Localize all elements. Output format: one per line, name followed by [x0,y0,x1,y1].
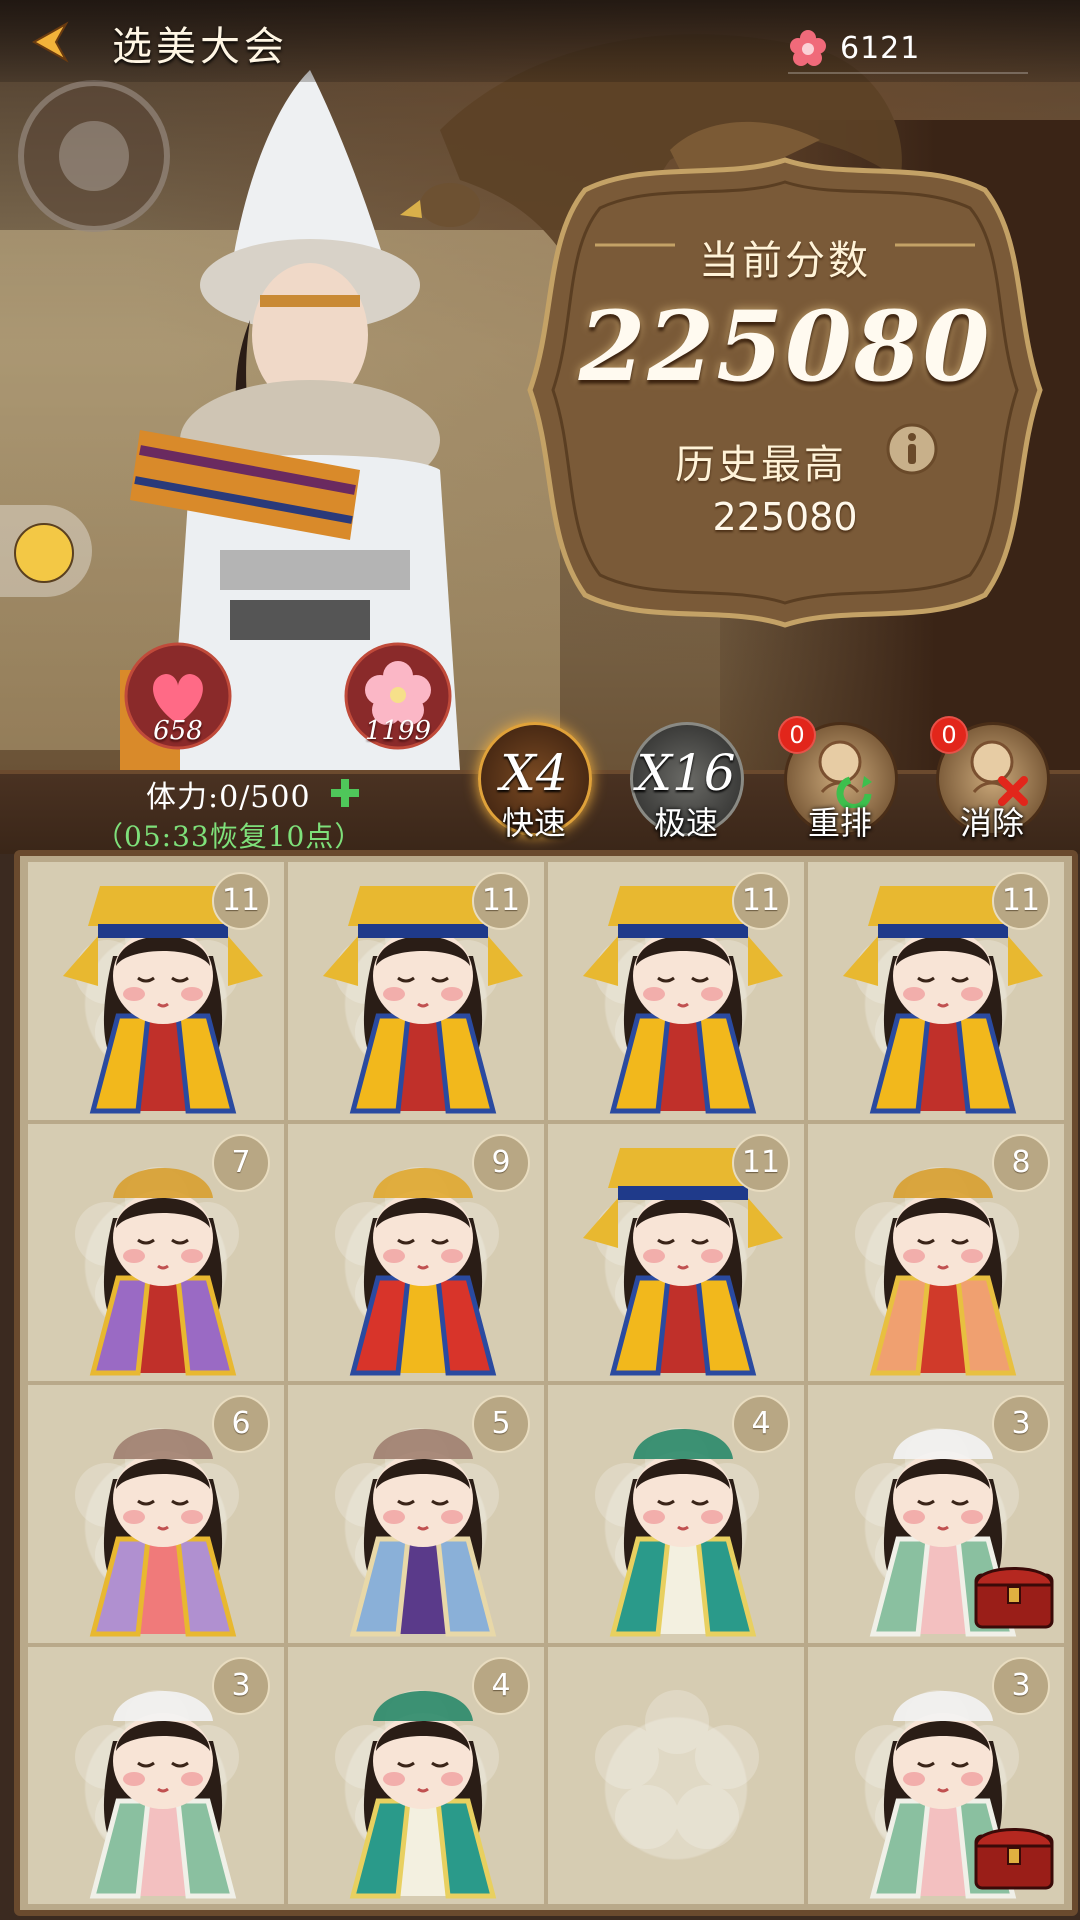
back-arrow-icon[interactable] [26,18,80,66]
level-badge: 9 [472,1133,530,1192]
treasure-chest-icon[interactable] [972,1818,1056,1892]
speed-x16-multiplier: X16 [636,744,736,802]
level-badge: 4 [472,1656,530,1715]
level-badge: 3 [992,1395,1050,1453]
page-title: 选美大会 [112,24,288,70]
remove-count-badge: 0 [930,716,968,754]
merge-grid: 11 11 11 11 7 9 11 8 6 5 4 3 3 4 3 [28,862,1064,1904]
shuffle-label: 重排 [807,804,872,842]
level-badge: 6 [212,1395,270,1453]
recovery-timer: （05:33恢复10点） [95,820,364,853]
currency-display: 6121 [788,28,1028,74]
speed-x4-button[interactable]: X4 快速 [478,722,592,842]
flower-watermark-icon [592,1687,762,1857]
best-score-label: 历史最高 [675,442,847,488]
speed-x16-button[interactable]: X16 极速 [630,722,744,842]
grid-cell[interactable]: 9 [288,1123,544,1381]
shuffle-button[interactable]: 0 重排 [778,716,898,842]
heart-stat[interactable]: 658 [122,640,234,752]
currency-amount: 6121 [840,31,921,66]
remove-button[interactable]: 0 消除 [930,716,1050,842]
chat-icon [14,523,74,583]
speed-x4-label: 快速 [501,804,566,842]
remove-label: 消除 [959,804,1024,842]
grid-cell[interactable]: 11 [808,862,1064,1120]
current-score-value: 225080 [578,290,992,403]
grid-cell[interactable]: 11 [288,862,544,1120]
treasure-chest-icon[interactable] [972,1557,1056,1631]
score-panel: 当前分数 225080 历史最高 225080 [525,150,1045,635]
level-badge: 11 [212,872,270,930]
shuffle-count-badge: 0 [778,716,816,754]
heart-count: 658 [153,716,203,746]
grid-cell[interactable]: 4 [548,1385,804,1643]
empty-grid-cell[interactable] [548,1646,804,1904]
level-badge: 7 [212,1133,270,1192]
grid-cell[interactable]: 11 [548,1123,804,1381]
grid-cell[interactable]: 3 [808,1385,1064,1643]
level-badge: 11 [472,872,530,930]
grid-cell[interactable]: 5 [288,1385,544,1643]
side-chat-button[interactable] [0,505,92,597]
grid-cell[interactable]: 7 [28,1123,284,1381]
info-icon[interactable] [885,422,939,476]
level-badge: 11 [732,1133,790,1192]
best-score-value: 225080 [712,495,858,539]
speed-x4-multiplier: X4 [500,744,568,802]
grid-cell[interactable]: 3 [808,1646,1064,1904]
level-badge: 3 [212,1656,270,1715]
flower-count: 1199 [364,716,432,746]
level-badge: 3 [992,1656,1050,1715]
grid-cell[interactable]: 4 [288,1646,544,1904]
level-badge: 8 [992,1133,1050,1192]
flower-currency-icon [790,30,826,66]
merge-board: 11 11 11 11 7 9 11 8 6 5 4 3 3 4 3 [14,850,1078,1916]
flower-stat[interactable]: 1199 [342,640,454,752]
level-badge: 5 [472,1395,530,1453]
grid-cell[interactable]: 11 [28,862,284,1120]
top-bar: 选美大会 6121 [0,0,1080,82]
add-stamina-icon[interactable] [328,776,362,810]
level-badge: 11 [992,872,1050,930]
stamina-text: 体力:0/500 [146,780,311,815]
speed-x16-label: 极速 [653,804,718,842]
grid-cell[interactable]: 11 [548,862,804,1120]
grid-cell[interactable]: 8 [808,1123,1064,1381]
level-badge: 11 [732,872,790,930]
current-score-label: 当前分数 [699,238,871,284]
grid-cell[interactable]: 6 [28,1385,284,1643]
level-badge: 4 [732,1395,790,1453]
grid-cell[interactable]: 3 [28,1646,284,1904]
